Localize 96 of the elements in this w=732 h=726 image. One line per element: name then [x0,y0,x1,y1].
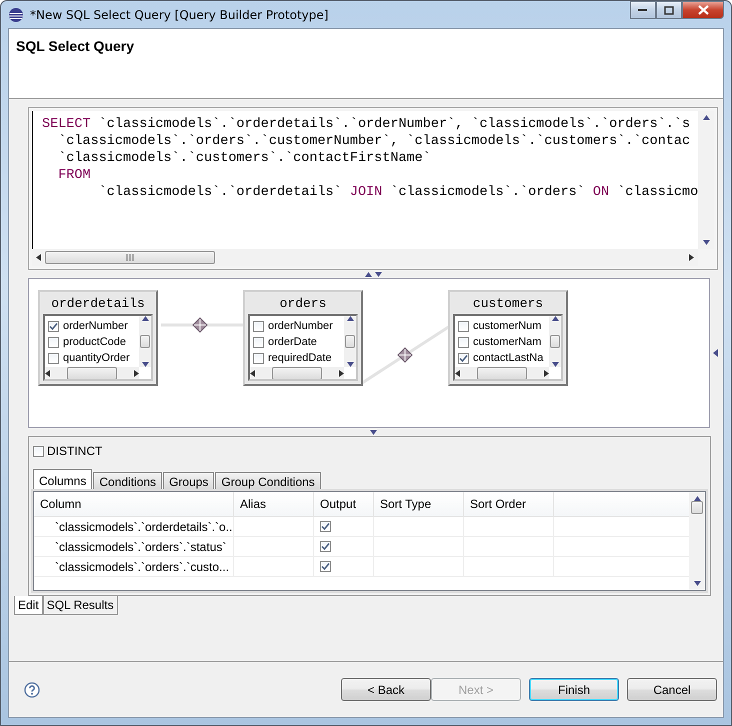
vertical-scrollbar[interactable] [549,316,561,367]
checkbox[interactable] [48,352,59,364]
scroll-left-icon[interactable] [455,370,460,376]
checkbox[interactable] [48,320,59,332]
table-name: customers [472,294,544,312]
scroll-down-icon[interactable] [552,362,558,367]
scroll-down-icon[interactable] [346,362,354,367]
close-icon [698,5,708,15]
column-header[interactable]: Sort Order [464,492,554,516]
vertical-scrollbar[interactable] [689,492,705,590]
table-cell: `classicmodels`.`orders`.`status` [34,537,234,556]
column-header[interactable]: Output [314,492,374,516]
scroll-right-icon[interactable] [134,370,139,376]
scroll-up-icon[interactable] [346,316,354,321]
distinct-checkbox[interactable] [33,446,44,456]
sql-line: `classicmodels`.`orders`.`customerNumber`, `classicmodels`.`customers`.`contac [57,133,692,150]
horizontal-scrollbar[interactable] [45,367,139,379]
scroll-up-icon[interactable] [702,115,710,120]
scroll-left-icon[interactable] [36,254,41,261]
checkbox[interactable] [458,352,469,364]
horizontal-scrollbar[interactable] [455,367,549,379]
join-icon[interactable] [397,347,413,363]
scroll-thumb[interactable] [140,335,150,348]
expand-panel-icon[interactable] [713,349,718,357]
column-name: customerNum [473,320,542,332]
scroll-up-icon[interactable] [142,316,148,321]
scroll-thumb[interactable] [550,335,560,348]
scroll-down-icon[interactable] [142,362,148,367]
minimize-icon [638,8,648,12]
table-cell: `classicmodels`.`orderdetails`.`o... [34,517,234,536]
column-name: orderNumber [268,320,333,332]
app-icon [8,6,24,22]
scroll-thumb[interactable] [345,335,355,348]
vertical-scrollbar[interactable] [139,316,151,367]
column-name: requiredDate [268,352,332,364]
output-checkbox[interactable] [320,541,331,552]
minimize-button[interactable] [630,1,656,19]
scroll-thumb[interactable] [477,366,527,379]
scroll-thumb[interactable] [45,251,215,264]
scroll-thumb[interactable] [67,366,117,379]
sql-line: SELECT `classicmodels`.`orderdetails`.`orderNumber`, `classicmodels`.`orders`.`s [42,116,692,133]
sql-line: `classicmodels`.`customers`.`contactFirstName` [57,150,432,167]
scroll-down-icon[interactable] [694,581,700,586]
join-icon[interactable] [192,317,208,333]
table-name: orders [278,294,328,312]
horizontal-scrollbar[interactable] [250,367,344,379]
column-name: productCode [63,336,126,348]
table-node[interactable]: orders orderNumber orderDate requiredDate [243,290,363,386]
table-node[interactable]: orderdetails orderNumber productCode quantityOrder [38,290,158,386]
column-header[interactable]: Column [34,492,234,516]
maximize-icon [664,6,674,14]
maximize-button[interactable] [656,1,682,19]
checkbox[interactable] [253,336,264,348]
page-title: SQL Select Query [16,38,136,54]
sql-line: `classicmodels`.`orderdetails` JOIN `classicmodels`.`orders` ON `classicmo [98,184,698,201]
tab[interactable]: Columns [33,469,92,491]
vertical-scrollbar[interactable] [344,316,356,367]
scroll-left-icon[interactable] [45,370,50,376]
table-name: orderdetails [50,294,146,312]
window-title: *New SQL Select Query [Query Builder Prototype] [30,8,328,22]
distinct-label: DISTINCT [47,444,102,458]
page-tab[interactable]: Edit [14,596,43,615]
scroll-thumb[interactable] [272,366,322,379]
column-name: quantityOrder [63,352,130,364]
sql-line: FROM [57,167,92,184]
tab[interactable]: Groups [163,472,214,491]
dialog-button[interactable]: Finish [529,678,619,701]
scroll-up-icon[interactable] [552,316,558,321]
column-name: contactLastNa [473,352,544,364]
dialog-button[interactable]: Cancel [627,678,717,701]
table-cell: `classicmodels`.`orders`.`custo... [34,557,234,576]
scroll-right-icon[interactable] [544,370,549,376]
checkbox[interactable] [458,336,469,348]
table-node[interactable]: customers customerNum customerNam contactLastNa [448,290,568,386]
column-header[interactable]: Sort Type [374,492,464,516]
column-header[interactable]: Alias [234,492,314,516]
column-name: orderDate [268,336,317,348]
output-checkbox[interactable] [320,521,331,532]
output-checkbox[interactable] [320,561,331,572]
column-name: customerNam [473,336,542,348]
scroll-thumb[interactable] [691,501,703,514]
scroll-left-icon[interactable] [250,370,255,376]
checkbox[interactable] [253,320,264,332]
dialog-button[interactable]: < Back [341,678,431,701]
sql-editor[interactable] [28,107,718,270]
help-icon[interactable] [24,682,40,698]
scroll-right-icon[interactable] [689,254,694,261]
checkbox[interactable] [253,352,264,364]
scroll-right-icon[interactable] [339,370,344,376]
checkbox[interactable] [48,336,59,348]
grip-icon [126,254,134,261]
scroll-down-icon[interactable] [702,240,710,245]
close-button[interactable] [682,1,724,19]
page-tab[interactable]: SQL Results [42,596,118,615]
checkbox[interactable] [458,320,469,332]
column-name: orderNumber [63,320,128,332]
